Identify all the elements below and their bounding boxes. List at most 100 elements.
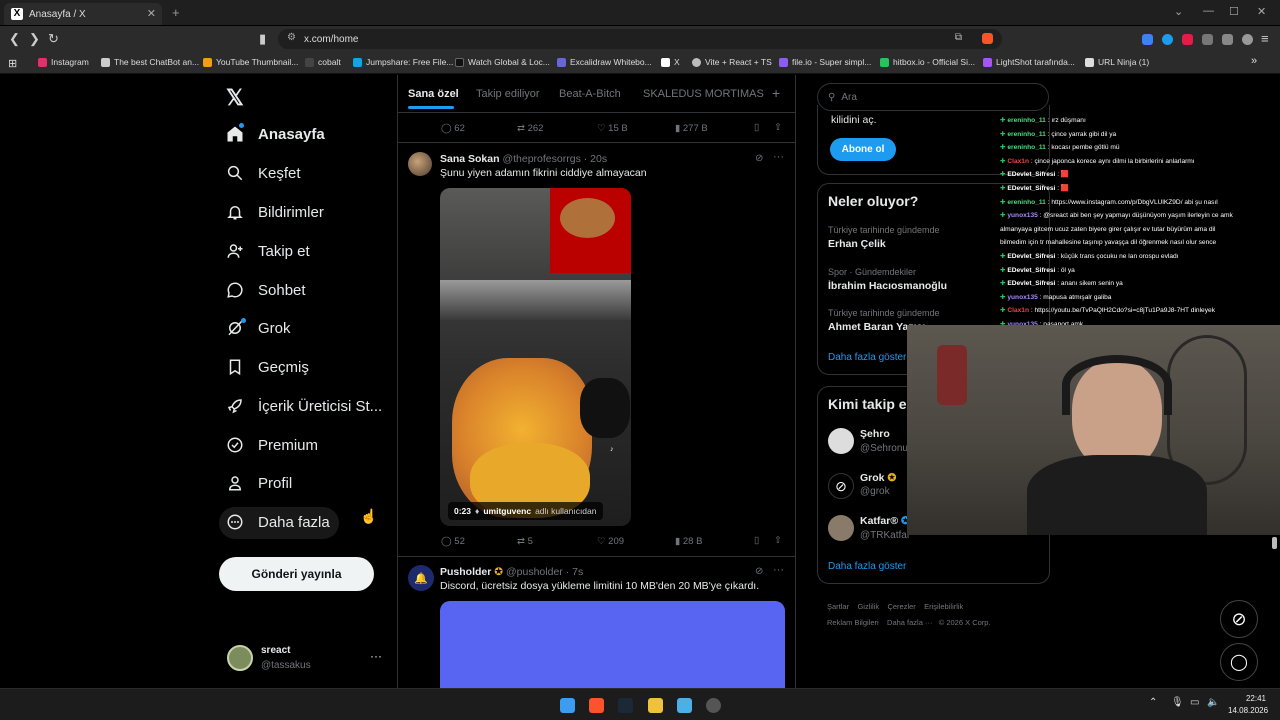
bookmark-post-icon[interactable]: ▯ xyxy=(754,535,759,546)
grok-float-icon[interactable]: ⊘ xyxy=(1220,600,1258,638)
bookmark-2[interactable]: YouTube Thumbnail... xyxy=(203,57,298,67)
footer-link[interactable]: Gizlilik xyxy=(857,602,879,611)
url-bar[interactable]: ⚙ x.com/home ⧉ xyxy=(278,29,1002,49)
brave-icon[interactable] xyxy=(589,698,604,713)
share-post-icon[interactable]: ⇧ xyxy=(774,122,782,133)
post-author[interactable]: Pusholder xyxy=(440,566,491,578)
more-bookmarks-icon[interactable]: » xyxy=(1251,55,1257,67)
close-window-icon[interactable]: ✕ xyxy=(1257,5,1266,18)
post-avatar[interactable] xyxy=(408,152,432,176)
view-count[interactable]: ▮ 28 B xyxy=(675,536,702,547)
brave-shield-icon[interactable] xyxy=(982,33,993,44)
like-count[interactable]: ♡ 15 B xyxy=(597,123,628,134)
bookmark-8[interactable]: Vite + React + TS xyxy=(692,57,772,67)
sidebar-item-more[interactable]: Daha fazla xyxy=(226,513,330,531)
extensions-icon[interactable] xyxy=(1202,34,1213,45)
tab-for-you[interactable]: Sana özel xyxy=(408,88,459,100)
menu-icon[interactable]: ≡ xyxy=(1261,31,1269,46)
follow-name[interactable]: Grok ✪ xyxy=(860,472,896,484)
bookmark-9[interactable]: file.io - Super simpl... xyxy=(779,57,871,67)
bookmark-6[interactable]: Excalidraw Whitebo... xyxy=(557,57,652,67)
minimize-icon[interactable]: — xyxy=(1203,5,1214,17)
footer-link[interactable]: Erişilebilirlik xyxy=(924,602,963,611)
post-button[interactable]: Gönderi yayınla xyxy=(219,557,374,591)
close-tab-icon[interactable]: ✕ xyxy=(147,7,156,20)
bookmark-4[interactable]: Jumpshare: Free File... xyxy=(353,57,453,67)
trends-show-more[interactable]: Daha fazla göster xyxy=(828,352,906,363)
footer-link[interactable]: Reklam Bilgileri xyxy=(827,618,879,627)
volume-icon[interactable]: 🔈 xyxy=(1207,697,1219,708)
footer-link[interactable]: Şartlar xyxy=(827,602,849,611)
clock[interactable]: 22:41 14.08.2026 xyxy=(1228,694,1268,715)
bookmark-5[interactable]: Watch Global & Loc... xyxy=(455,57,550,67)
vpn-icon[interactable] xyxy=(1242,34,1253,45)
tab-following[interactable]: Takip ediliyor xyxy=(476,88,540,100)
mic-icon[interactable]: 🎙 xyxy=(1171,697,1184,708)
sidebar-item-chat[interactable]: Sohbet xyxy=(226,281,306,299)
extension-2-icon[interactable] xyxy=(1162,34,1173,45)
sidebar-item-grok[interactable]: Grok xyxy=(226,319,291,337)
x-logo-icon[interactable]: 𝕏 xyxy=(226,85,244,111)
bookmark-11[interactable]: LightShot tarafında... xyxy=(983,57,1075,67)
post-time[interactable]: · 7s xyxy=(566,566,584,578)
extension-5-icon[interactable] xyxy=(1222,34,1233,45)
post-time[interactable]: · 20s xyxy=(584,153,607,165)
like-count[interactable]: ♡ 209 xyxy=(597,536,624,547)
account-avatar[interactable] xyxy=(227,645,253,671)
follow-avatar[interactable] xyxy=(828,428,854,454)
maximize-icon[interactable]: ☐ xyxy=(1229,5,1239,18)
tab-list-1[interactable]: Beat-A-Bitch xyxy=(559,88,621,100)
reply-count[interactable]: ◯ 52 xyxy=(441,536,465,547)
back-icon[interactable]: ❮ xyxy=(9,31,20,47)
new-tab-icon[interactable]: + xyxy=(172,5,180,20)
reply-count[interactable]: ◯ 62 xyxy=(441,123,465,134)
sidebar-item-notifications[interactable]: Bildirimler xyxy=(226,203,324,221)
bookmark-page-icon[interactable]: ▮ xyxy=(259,31,266,47)
extension-1-icon[interactable] xyxy=(1142,34,1153,45)
network-icon[interactable]: ▭ xyxy=(1190,697,1199,708)
follow-show-more[interactable]: Daha fazla göster xyxy=(828,561,906,572)
messages-float-icon[interactable]: ◯ xyxy=(1220,643,1258,681)
add-tab-icon[interactable]: + xyxy=(772,85,780,101)
post-video[interactable]: ♪ 0:23 ♦ umitguvenc adlı kullanıcıdan xyxy=(440,188,631,526)
sidebar-item-follow[interactable]: Takip et xyxy=(226,242,310,260)
share-post-icon[interactable]: ⇧ xyxy=(774,535,782,546)
obs-icon[interactable] xyxy=(706,698,721,713)
steam-icon[interactable] xyxy=(618,698,633,713)
grok-explain-icon[interactable]: ⊘ xyxy=(755,566,763,577)
grok-explain-icon[interactable]: ⊘ xyxy=(755,153,763,164)
browser-tab-active[interactable]: X Anasayfa / X ✕ xyxy=(4,3,162,25)
sidebar-item-explore[interactable]: Keşfet xyxy=(226,164,301,182)
post-handle[interactable]: @pusholder xyxy=(506,566,563,578)
post-menu-icon[interactable]: ··· xyxy=(773,151,784,163)
post-author[interactable]: Sana Sokan xyxy=(440,153,500,165)
apps-icon[interactable]: ⊞ xyxy=(8,57,17,70)
view-count[interactable]: ▮ 277 B xyxy=(675,123,708,134)
tab-search-icon[interactable]: ⌄ xyxy=(1174,5,1183,18)
bookmark-1[interactable]: The best ChatBot an... xyxy=(101,57,199,67)
bookmark-3[interactable]: cobalt xyxy=(305,57,341,67)
subscribe-button[interactable]: Abone ol xyxy=(830,138,896,161)
extension-3-icon[interactable] xyxy=(1182,34,1193,45)
post-avatar[interactable]: 🔔 xyxy=(408,565,434,591)
grok-avatar-icon[interactable]: ⊘ xyxy=(828,473,854,499)
follow-avatar[interactable] xyxy=(828,515,854,541)
app-icon[interactable] xyxy=(677,698,692,713)
bookmark-post-icon[interactable]: ▯ xyxy=(754,122,759,133)
sidebar-item-creator-studio[interactable]: İçerik Üreticisi St... xyxy=(226,397,382,415)
repost-count[interactable]: ⇄ 5 xyxy=(517,536,533,547)
trend-item-1[interactable]: Spor · Gündemdekiler İbrahim Hacıosmanoğ… xyxy=(828,267,947,292)
footer-link[interactable]: Daha fazla ··· xyxy=(887,618,932,627)
scrollbar-thumb[interactable] xyxy=(1272,537,1277,549)
start-icon[interactable] xyxy=(560,698,575,713)
post-menu-icon[interactable]: ··· xyxy=(773,564,784,576)
follow-name[interactable]: Şehro xyxy=(860,428,890,440)
sidebar-item-premium[interactable]: Premium xyxy=(226,436,318,454)
bookmark-12[interactable]: URL Ninja (1) xyxy=(1085,57,1149,67)
account-menu-icon[interactable]: ··· xyxy=(370,649,382,663)
forward-icon[interactable]: ❯ xyxy=(29,31,40,47)
follow-name[interactable]: Katfar® ✪ xyxy=(860,515,910,527)
bookmark-10[interactable]: hitbox.io - Official Si... xyxy=(880,57,975,67)
post-handle[interactable]: @theprofesorrgs xyxy=(502,153,580,165)
share-icon[interactable]: ⧉ xyxy=(955,32,962,43)
